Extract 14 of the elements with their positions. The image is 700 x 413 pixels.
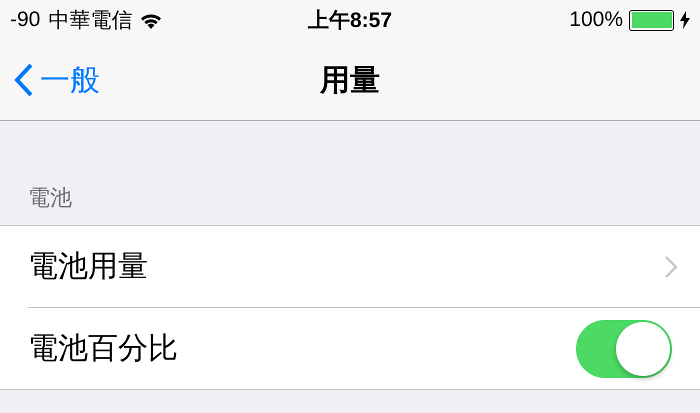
battery-icon: [629, 10, 674, 30]
chevron-icon: [664, 254, 678, 278]
carrier-name: 中華電信: [48, 8, 132, 34]
wifi-icon: [140, 12, 162, 28]
clock: 上午8:57: [308, 8, 392, 34]
toggle-switch[interactable]: [576, 320, 672, 378]
page-title: 用量: [320, 62, 380, 98]
battery-percent: 100%: [569, 8, 623, 32]
back-button[interactable]: 一般: [14, 60, 100, 100]
row-label[interactable]: 電池用量: [28, 246, 148, 287]
back-chevron-icon: [14, 63, 34, 97]
signal-strength: -90: [10, 8, 40, 32]
section-header: 電池: [27, 184, 72, 212]
row-label: 電池百分比: [28, 331, 178, 367]
